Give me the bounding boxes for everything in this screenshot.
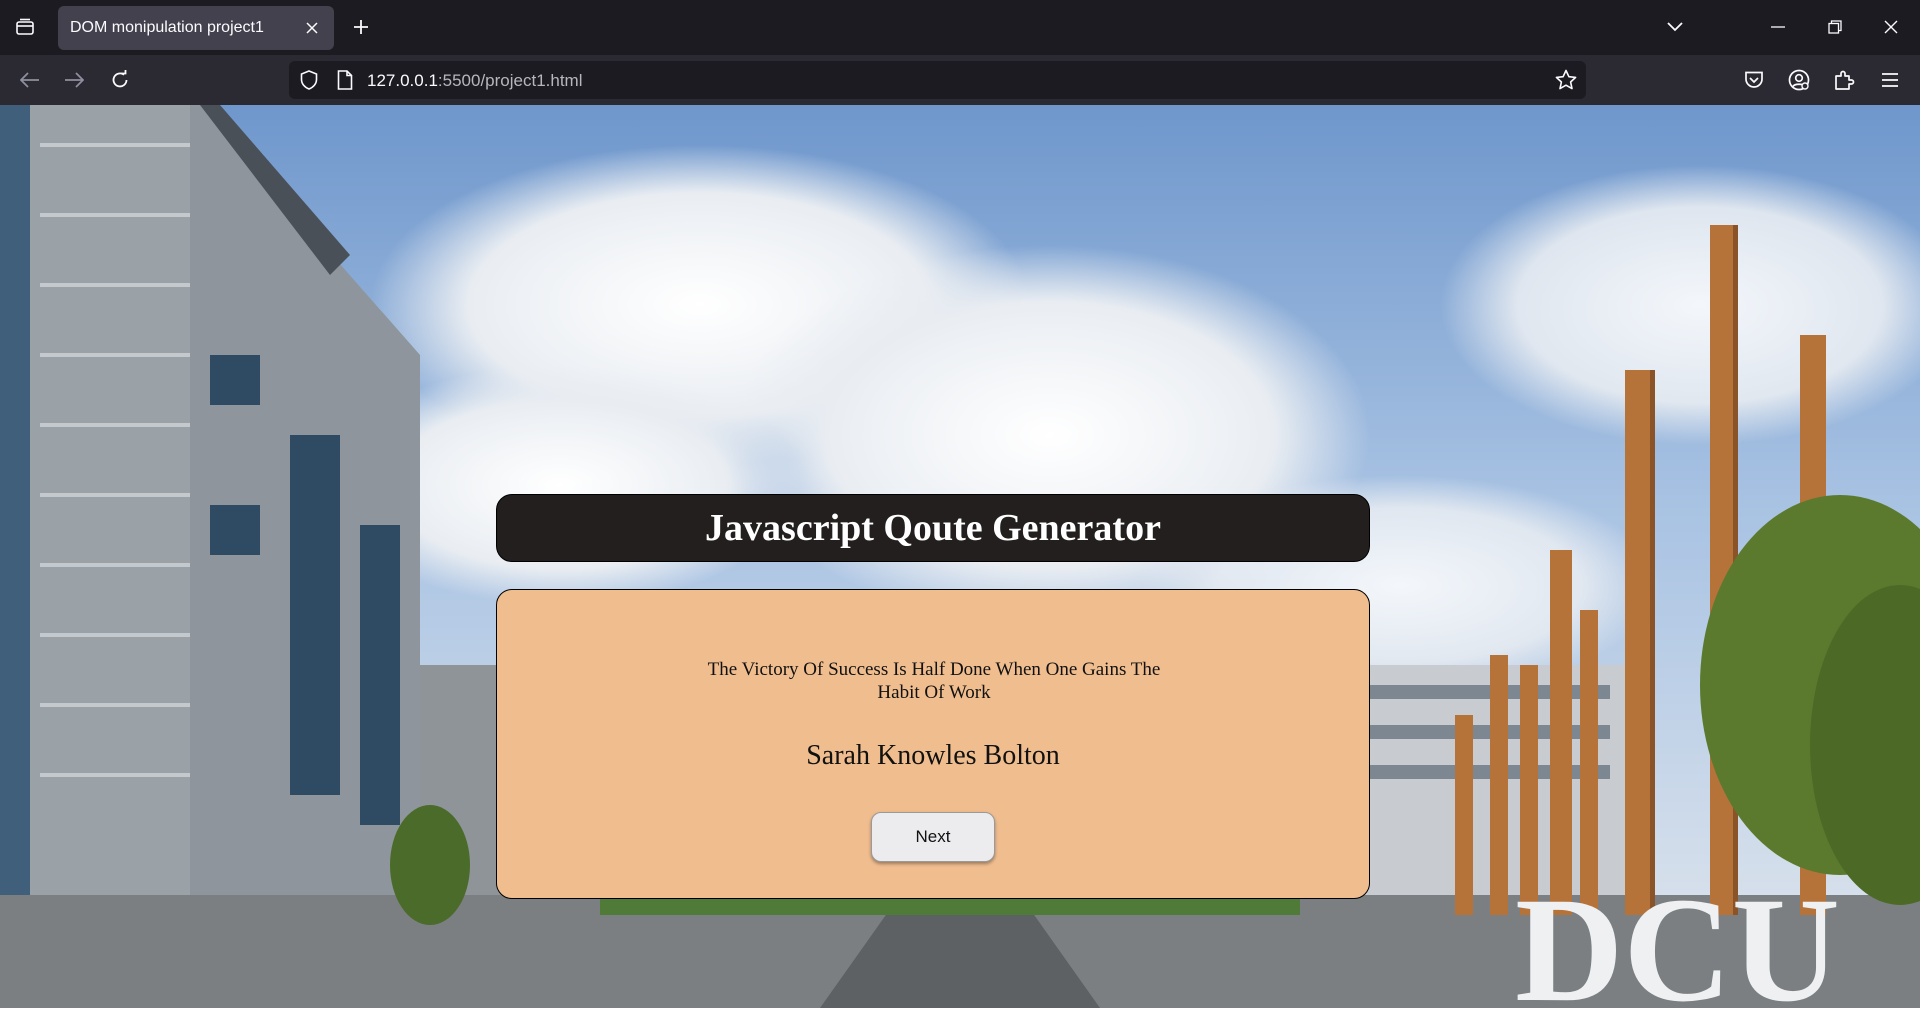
menu-hamburger-icon[interactable] bbox=[1873, 63, 1907, 97]
window-bottom-edge bbox=[0, 1008, 1920, 1020]
close-window-icon[interactable] bbox=[1868, 8, 1914, 46]
dcu-sign-text: DCU bbox=[1515, 867, 1840, 1008]
quote-text: The Victory Of Success Is Half Done When… bbox=[707, 659, 1161, 703]
account-icon[interactable] bbox=[1782, 63, 1816, 97]
page-title: Javascript Qoute Generator bbox=[705, 507, 1161, 549]
quote-author: Sarah Knowles Bolton bbox=[806, 740, 1060, 771]
bookmark-star-icon[interactable] bbox=[1554, 68, 1578, 92]
minimize-icon[interactable] bbox=[1755, 8, 1801, 46]
quote-card: The Victory Of Success Is Half Done When… bbox=[496, 589, 1370, 899]
extensions-icon[interactable] bbox=[1827, 63, 1861, 97]
next-quote-button[interactable]: Next bbox=[871, 812, 995, 862]
pocket-icon[interactable] bbox=[1737, 63, 1771, 97]
tab-manager-icon[interactable] bbox=[10, 12, 40, 42]
page-info-icon[interactable] bbox=[333, 68, 357, 92]
page-viewport: DCU Javascript Qoute Generator The Victo… bbox=[0, 105, 1920, 1008]
new-tab-icon[interactable] bbox=[346, 12, 376, 42]
url-text[interactable]: 127.0.0.1:5500/project1.html bbox=[367, 71, 583, 91]
url-path: :5500/project1.html bbox=[437, 71, 583, 90]
forward-arrow-icon[interactable] bbox=[57, 63, 91, 97]
navigation-toolbar: 127.0.0.1:5500/project1.html bbox=[0, 55, 1920, 105]
app-title-bar: Javascript Qoute Generator bbox=[496, 494, 1370, 562]
list-all-tabs-icon[interactable] bbox=[1658, 12, 1692, 42]
browser-tab-bar: DOM monipulation project1 bbox=[0, 0, 1920, 55]
close-tab-icon[interactable] bbox=[296, 12, 328, 44]
tracking-protection-shield-icon[interactable] bbox=[297, 68, 321, 92]
restore-icon[interactable] bbox=[1812, 8, 1858, 46]
tab-title: DOM monipulation project1 bbox=[70, 19, 264, 36]
active-tab[interactable]: DOM monipulation project1 bbox=[58, 6, 334, 50]
back-arrow-icon[interactable] bbox=[13, 63, 47, 97]
url-host: 127.0.0.1 bbox=[367, 71, 438, 90]
reload-icon[interactable] bbox=[103, 63, 137, 97]
address-bar[interactable]: 127.0.0.1:5500/project1.html bbox=[289, 61, 1586, 99]
